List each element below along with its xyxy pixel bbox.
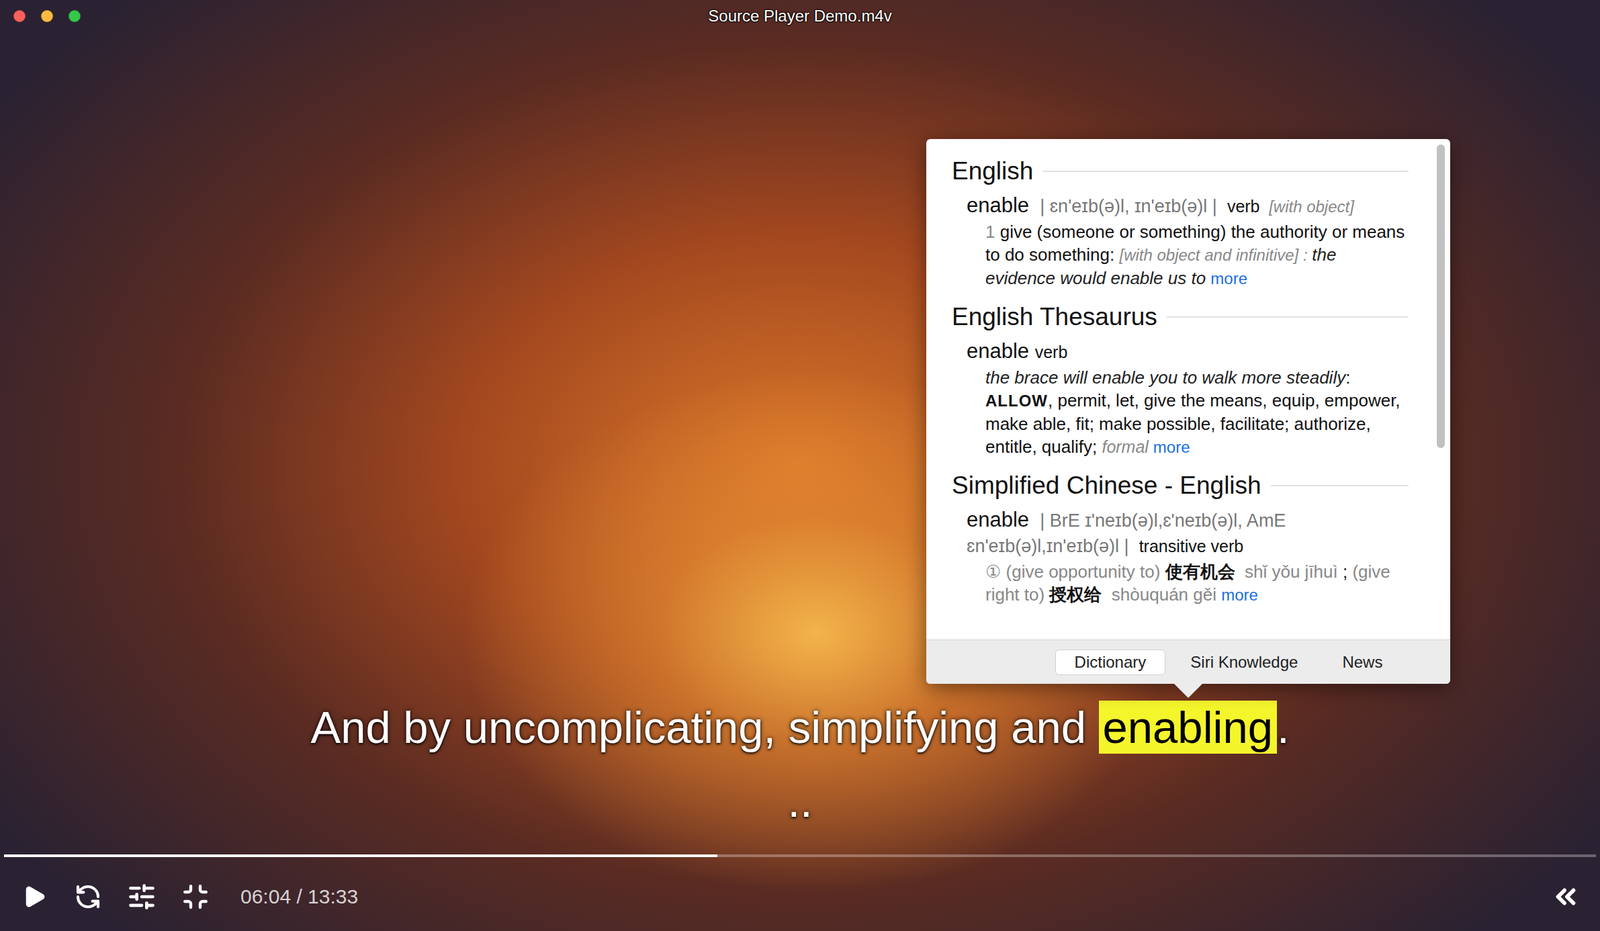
time-display: 06:04 / 13:33 — [240, 885, 359, 909]
entry-text: | ɛn'eɪb(ə)l, ɪn'eɪb(ə)l | — [1035, 196, 1228, 217]
progress-track[interactable] — [4, 854, 1596, 858]
chevrons-left-icon — [1550, 881, 1582, 913]
exit-fullscreen-icon — [181, 882, 210, 911]
entry-text: ALLOW — [985, 391, 1048, 410]
dictionary-popover: English enable | ɛn'eɪb(ə)l, ɪn'eɪb(ə)l |… — [926, 139, 1451, 684]
scrollbar[interactable] — [1436, 144, 1445, 535]
popover-arrow — [1173, 683, 1204, 698]
subtitle-line: And by uncomplicating, simplifying and e… — [310, 690, 1290, 765]
entry-text: enable — [966, 339, 1036, 363]
dictionary-content[interactable]: English enable | ɛn'eɪb(ə)l, ɪn'eɪb(ə)l |… — [926, 139, 1451, 640]
dictionary-section: Simplified Chinese - English enable | BrE… — [951, 468, 1409, 607]
source-tab[interactable]: News — [1322, 649, 1402, 676]
entry-text: (give opportunity to) — [1006, 561, 1166, 582]
more-link[interactable]: more — [1210, 269, 1248, 288]
scroll-thumb[interactable] — [1436, 144, 1445, 449]
minimize-button[interactable] — [40, 10, 54, 23]
entry-text: the brace will enable you to walk more s… — [985, 367, 1346, 388]
entry-text: 1 — [985, 221, 1001, 242]
dictionary-section: English enable | ɛn'eɪb(ə)l, ɪn'eɪb(ə)l |… — [951, 153, 1409, 291]
highlighted-word[interactable]: enabling — [1098, 700, 1277, 754]
settings-button[interactable] — [126, 881, 158, 913]
progress-bar[interactable] — [0, 849, 1600, 863]
more-link[interactable]: more — [1153, 437, 1191, 457]
window-title: Source Player Demo.m4v — [707, 6, 892, 26]
entry-text: shǐ yǒu jīhuì — [1239, 561, 1343, 582]
sliders-icon — [126, 881, 157, 912]
entry-text: transitive verb — [1139, 536, 1244, 556]
loop-icon — [74, 883, 102, 911]
entry-text: ① — [985, 561, 1007, 582]
entry-text: enable — [966, 193, 1036, 217]
subtitle-text[interactable]: And by uncomplicating, simplifying and — [310, 701, 1099, 753]
entry-body: the brace will enable you to walk more s… — [951, 366, 1409, 459]
source-tab[interactable]: Siri Knowledge — [1170, 649, 1318, 676]
close-button[interactable] — [13, 10, 26, 23]
entry-text: formal — [1101, 437, 1153, 457]
entry-head: enable | ɛn'eɪb(ə)l, ɪn'eɪb(ə)l | verb [… — [951, 194, 1409, 221]
entry-text: [with object and infinitive] : — [1119, 245, 1312, 264]
source-tabs: DictionarySiri KnowledgeNews — [926, 639, 1451, 684]
entry-text: , permit, let, give the means, equip, em… — [985, 390, 1406, 457]
sidebar-toggle-button[interactable] — [1550, 881, 1582, 913]
play-icon — [21, 883, 48, 910]
control-bar: 06:04 / 13:33 — [0, 862, 1600, 931]
entry-body: 1 give (someone or something) the author… — [951, 220, 1409, 291]
subtitle-text[interactable]: .. — [787, 775, 813, 827]
section-heading: English Thesaurus — [951, 299, 1409, 335]
section-heading: Simplified Chinese - English — [951, 468, 1409, 504]
entry-text: 使有机会 — [1165, 561, 1240, 582]
entry-head: enable verb — [951, 339, 1409, 367]
entry-text: : — [1345, 367, 1355, 388]
exit-fullscreen-button[interactable] — [180, 881, 211, 913]
entry-text: verb — [1227, 196, 1265, 216]
subtitle-text[interactable]: . — [1276, 701, 1290, 753]
entry-text: 授权给 — [1049, 584, 1107, 605]
player-window: Source Player Demo.m4v And by uncomplicat… — [0, 0, 1600, 931]
entry-body: ① (give opportunity to) 使有机会 shǐ yǒu jīh… — [951, 560, 1409, 607]
entry-head: enable | BrE ɪ'neɪb(ə)l,ɛ'neɪb(ə)l, AmE … — [951, 508, 1409, 561]
entry-text: verb — [1035, 342, 1069, 362]
dictionary-section: English Thesaurusenable verbthe brace wi… — [951, 299, 1409, 459]
loop-button[interactable] — [72, 881, 104, 913]
play-button[interactable] — [18, 881, 50, 913]
zoom-button[interactable] — [68, 10, 81, 23]
progress-fill — [4, 854, 718, 858]
entry-text: ; — [1342, 561, 1353, 582]
section-heading: English — [951, 153, 1409, 189]
source-tab[interactable]: Dictionary — [1055, 649, 1167, 676]
subtitles: And by uncomplicating, simplifying and e… — [0, 690, 1600, 839]
title-bar: Source Player Demo.m4v — [0, 0, 1600, 33]
entry-text: enable — [966, 507, 1036, 532]
more-link[interactable]: more — [1221, 585, 1259, 604]
window-controls — [13, 10, 708, 23]
subtitle-line: .. — [787, 764, 813, 839]
entry-text: [with object] — [1264, 197, 1354, 216]
entry-text: shòuquán gěi — [1106, 584, 1222, 605]
